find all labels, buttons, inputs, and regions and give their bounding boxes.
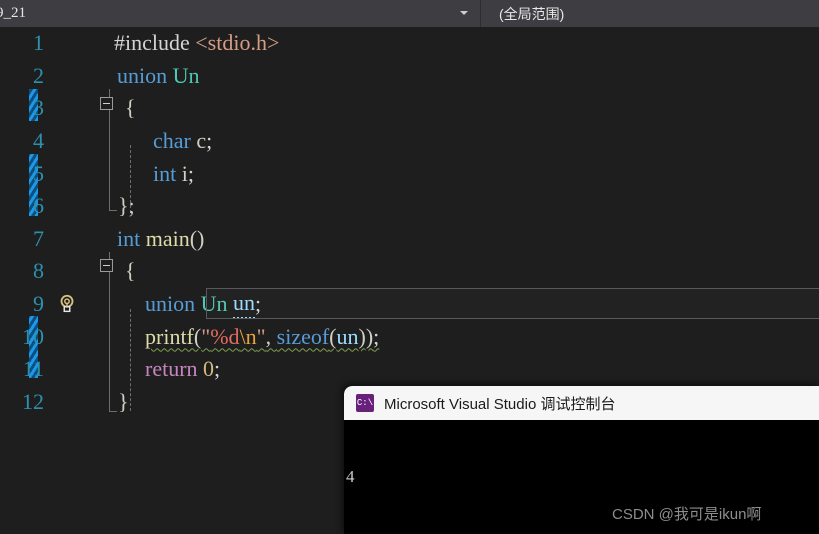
token-function-main: main (140, 225, 190, 251)
line-number: 11 (22, 356, 44, 382)
line-content[interactable]: #include <stdio.h> (88, 27, 819, 60)
console-app-icon-glyph: C:\ (356, 398, 374, 408)
console-output-line: 4 (346, 467, 355, 486)
token-close-brace: } (118, 388, 129, 414)
scope-dropdown-value: (全局范围) (499, 5, 565, 22)
token-variable-c: c (190, 128, 207, 154)
line-number: 5 (33, 160, 44, 186)
current-line-highlight (206, 287, 819, 319)
token-keyword-int: int (117, 225, 141, 251)
token-string-quote: " (256, 323, 266, 349)
line-gutter[interactable] (48, 190, 88, 223)
code-line[interactable]: 7 int main() (0, 223, 819, 256)
token-format-specifier: %d (210, 323, 240, 349)
token-escape-sequence: \n (239, 323, 257, 349)
line-gutter[interactable] (48, 125, 88, 158)
console-output[interactable]: 4 C:\Users\24603\Desktop\vs2022\class_10… (344, 420, 819, 534)
scope-dropdown[interactable]: (全局范围) (481, 0, 819, 27)
code-line[interactable]: 10 printf(" %d \n ", sizeof(un)); (0, 320, 819, 353)
token-parentheses: () (189, 225, 205, 251)
token-function-printf: printf (145, 323, 194, 349)
token-keyword-union: union (145, 291, 196, 317)
line-content[interactable]: union Un un; (88, 287, 819, 321)
token-open-paren: ( (329, 323, 337, 349)
token-variable-un: un (336, 323, 359, 349)
code-line[interactable]: 5 int i; (0, 157, 819, 190)
file-member-dropdown-value: 9_21 (0, 5, 26, 21)
line-gutter[interactable] (48, 27, 88, 60)
line-content[interactable]: }; (88, 190, 819, 223)
line-content[interactable]: int main() (88, 223, 819, 256)
token-semicolon: ; (255, 291, 262, 317)
line-number: 1 (33, 30, 44, 56)
console-app-icon: C:\ (356, 394, 374, 412)
line-number: 7 (33, 225, 44, 251)
file-member-dropdown[interactable]: 9_21 (0, 0, 481, 27)
token-open-paren: ( (193, 323, 202, 349)
token-variable-i: i (176, 160, 188, 186)
line-gutter[interactable] (48, 353, 88, 386)
token-type-Un: Un (195, 291, 234, 317)
line-gutter[interactable] (48, 386, 88, 419)
token-semicolon: ; (214, 356, 221, 382)
line-number: 10 (22, 323, 44, 349)
line-number: 4 (33, 128, 44, 154)
token-keyword-union: union (117, 62, 168, 88)
token-semicolon: ; (373, 323, 380, 349)
code-line[interactable]: 4 char c; (0, 125, 819, 158)
token-open-brace: { (125, 258, 136, 284)
token-comma: , (265, 323, 277, 349)
line-content[interactable]: { (88, 92, 819, 125)
code-line[interactable]: 2 union Un (0, 60, 819, 93)
code-line[interactable]: 11 return 0; (0, 353, 819, 386)
line-content[interactable]: char c; (88, 125, 819, 158)
line-number: 2 (33, 62, 44, 88)
line-gutter[interactable] (48, 92, 88, 125)
code-line[interactable]: 1 #include <stdio.h> (0, 27, 819, 60)
line-content[interactable]: int i; (88, 157, 819, 190)
console-title-bar[interactable]: C:\ Microsoft Visual Studio 调试控制台 (344, 386, 819, 420)
vs-editor-screenshot: 9_21 (全局范围) 1 #include <stdio.h> (0, 0, 819, 534)
code-line[interactable]: 6 }; (0, 190, 819, 223)
line-number: 6 (33, 193, 44, 219)
code-line-current[interactable]: 9 union Un un; (0, 287, 819, 321)
console-window-title: Microsoft Visual Studio 调试控制台 (384, 395, 616, 413)
line-gutter[interactable] (48, 60, 88, 93)
token-semicolon: ; (187, 160, 194, 186)
line-gutter[interactable] (48, 255, 88, 288)
token-close-brace-semicolon: }; (118, 193, 135, 219)
editor-navigation-bar: 9_21 (全局范围) (0, 0, 819, 28)
line-content[interactable]: union Un (88, 60, 819, 93)
line-gutter[interactable] (48, 157, 88, 190)
code-line[interactable]: 3 { (0, 92, 819, 125)
token-keyword-sizeof: sizeof (276, 323, 330, 349)
line-number: 8 (33, 258, 44, 284)
token-keyword-int: int (153, 160, 177, 186)
line-content[interactable]: printf(" %d \n ", sizeof(un)); (88, 320, 819, 353)
line-number: 9 (33, 291, 44, 317)
line-number: 3 (33, 95, 44, 121)
line-content[interactable]: { (88, 255, 819, 288)
token-variable-un[interactable]: un (233, 290, 256, 319)
line-number: 12 (22, 388, 44, 414)
line-gutter[interactable] (48, 223, 88, 256)
chevron-down-icon[interactable] (460, 11, 468, 15)
line-gutter[interactable] (48, 320, 88, 353)
token-string-quote: " (201, 323, 211, 349)
lightbulb-icon[interactable] (56, 293, 78, 315)
token-header-include: <stdio.h> (189, 30, 280, 56)
token-semicolon: ; (206, 128, 213, 154)
line-gutter[interactable] (48, 288, 88, 321)
token-keyword-return: return (145, 356, 198, 382)
code-line[interactable]: 8 { (0, 255, 819, 288)
token-type-name: Un (167, 62, 200, 88)
debug-console-window[interactable]: C:\ Microsoft Visual Studio 调试控制台 4 C:\U… (344, 386, 819, 534)
token-close-parens: )) (358, 323, 374, 349)
token-number-zero: 0 (197, 356, 215, 382)
line-content[interactable]: return 0; (88, 353, 819, 386)
token-keyword-char: char (153, 128, 191, 154)
token-open-brace: { (125, 95, 136, 121)
token-preprocessor: #include (114, 30, 190, 56)
